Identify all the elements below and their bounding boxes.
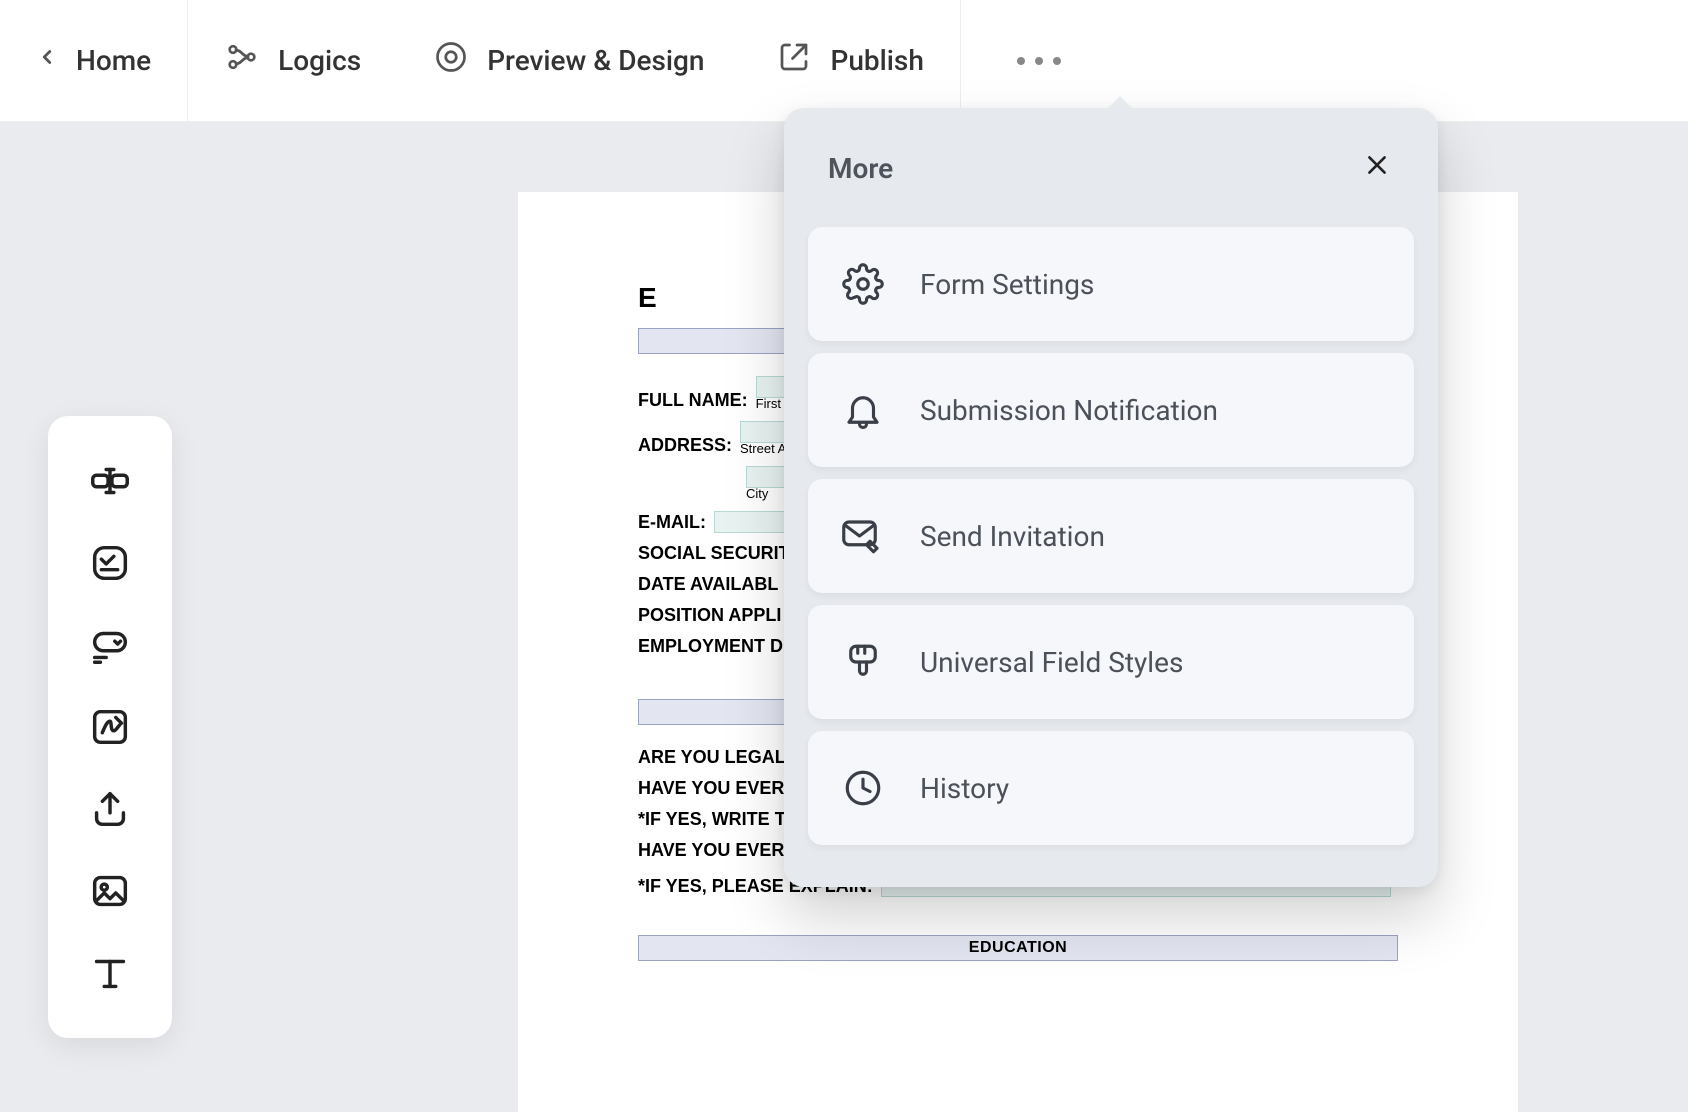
tool-text-field[interactable] <box>69 440 151 522</box>
label-ssn: SOCIAL SECURIT <box>638 543 790 564</box>
menu-send-invitation-label: Send Invitation <box>920 520 1105 553</box>
more-dots-icon <box>1017 57 1061 65</box>
label-email: E-MAIL: <box>638 512 706 533</box>
gear-icon <box>836 263 890 305</box>
close-icon <box>1364 152 1390 178</box>
tool-dropdown[interactable] <box>69 604 151 686</box>
bell-icon <box>836 389 890 431</box>
menu-history-label: History <box>920 772 1009 805</box>
menu-history[interactable]: History <box>808 731 1414 845</box>
menu-submission-notification[interactable]: Submission Notification <box>808 353 1414 467</box>
label-employment: EMPLOYMENT D <box>638 636 783 657</box>
menu-form-settings-label: Form Settings <box>920 268 1094 301</box>
label-ever: HAVE YOU EVER <box>638 778 784 799</box>
popover-header: More <box>808 116 1414 215</box>
top-nav: Home Logics Preview & Design Publish <box>0 0 1688 122</box>
clock-icon <box>836 767 890 809</box>
label-full-name: FULL NAME: <box>638 390 748 411</box>
tool-upload[interactable] <box>69 768 151 850</box>
nav-home-label: Home <box>76 44 151 77</box>
label-address: ADDRESS: <box>638 435 732 456</box>
tool-text[interactable] <box>69 932 151 1014</box>
more-popover: More Form Settings Submission Notificati… <box>784 108 1438 887</box>
chevron-left-icon <box>36 42 58 80</box>
paint-brush-icon <box>836 641 890 683</box>
tool-image[interactable] <box>69 850 151 932</box>
popover-title: More <box>828 152 893 185</box>
nav-home[interactable]: Home <box>0 0 188 121</box>
mail-edit-icon <box>836 515 890 557</box>
label-position: POSITION APPLI <box>638 605 781 626</box>
menu-form-settings[interactable]: Form Settings <box>808 227 1414 341</box>
nav-preview-design[interactable]: Preview & Design <box>397 0 740 121</box>
nav-publish[interactable]: Publish <box>740 0 959 121</box>
label-if-yes-write: *IF YES, WRITE T <box>638 809 786 830</box>
tool-checkbox[interactable] <box>69 522 151 604</box>
external-link-icon <box>776 39 812 82</box>
nav-publish-label: Publish <box>830 44 923 77</box>
logics-icon <box>224 39 260 82</box>
eye-target-icon <box>433 39 469 82</box>
menu-submission-notification-label: Submission Notification <box>920 394 1218 427</box>
menu-universal-field-styles[interactable]: Universal Field Styles <box>808 605 1414 719</box>
label-date-available: DATE AVAILABL <box>638 574 778 595</box>
nav-logics-label: Logics <box>278 44 361 77</box>
menu-send-invitation[interactable]: Send Invitation <box>808 479 1414 593</box>
menu-universal-field-styles-label: Universal Field Styles <box>920 646 1183 679</box>
doc-section-education: EDUCATION <box>638 935 1398 961</box>
nav-logics[interactable]: Logics <box>188 0 397 121</box>
left-toolbar <box>48 416 172 1038</box>
tool-signature[interactable] <box>69 686 151 768</box>
nav-preview-label: Preview & Design <box>487 44 704 77</box>
nav-more-button[interactable] <box>961 0 1117 121</box>
close-button[interactable] <box>1356 146 1398 191</box>
label-legal: ARE YOU LEGAL <box>638 747 786 768</box>
